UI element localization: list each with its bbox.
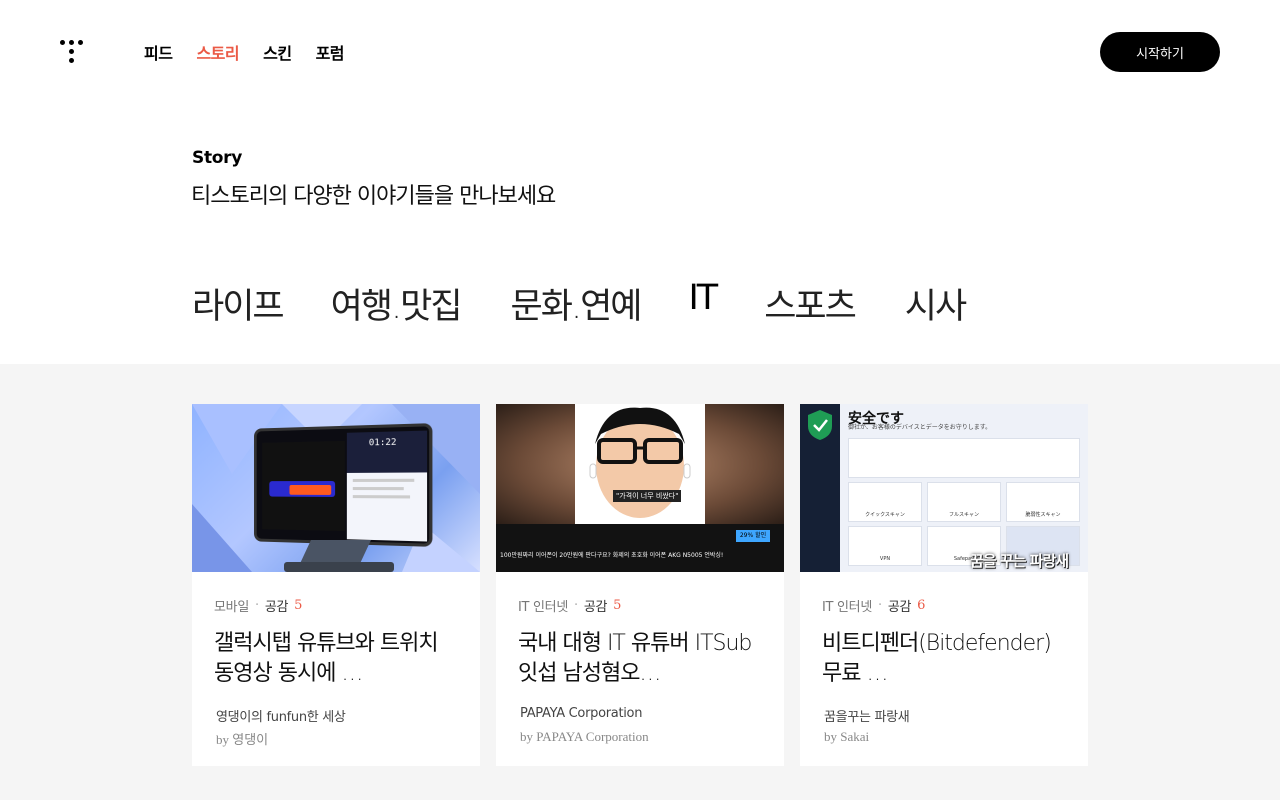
blog-name[interactable]: 꿈을꾸는 파랑새	[824, 706, 910, 725]
likes-label: 공감	[264, 600, 289, 615]
face-illustration	[589, 407, 691, 518]
tab-label: 문화.연예	[510, 287, 643, 327]
card-meta: IT 인터넷 · 공감 6	[822, 596, 1068, 615]
blog-name[interactable]: 영댕이의 funfun한 세상	[216, 706, 346, 725]
card-body: IT 인터넷 · 공감 6 비트디펜더(Bitdefender) 무료 …	[822, 596, 1068, 689]
tablet-stand-base	[284, 562, 394, 572]
card-body: IT 인터넷 · 공감 5 국내 대형 IT 유튜버 ITSub잇섭 남성혐오…	[518, 596, 764, 689]
tile: VPN	[848, 526, 922, 566]
tab-label: 스포츠	[764, 287, 857, 327]
card-meta: 모바일 · 공감 5	[214, 596, 460, 615]
tistory-logo-icon[interactable]	[60, 40, 84, 64]
likes-count: 5	[294, 598, 303, 613]
card-category[interactable]: IT 인터넷	[518, 596, 568, 615]
story-card[interactable]: "가격이 너무 비쌌다" 29% 할인 100만원짜리 이어폰이 20만원에 판…	[496, 404, 784, 766]
story-thumbnail[interactable]: 01:22	[192, 404, 480, 572]
card-body: 모바일 · 공감 5 갤럭시탭 유튜브와 트위치 동영상 동시에 …	[214, 596, 460, 689]
tab-label: 시사	[904, 287, 967, 327]
start-button[interactable]: 시작하기	[1100, 32, 1220, 72]
app-sidebar	[800, 404, 840, 572]
card-title[interactable]: 갤럭시탭 유튜브와 트위치 동영상 동시에 …	[214, 629, 460, 689]
tab-label: IT	[688, 278, 718, 318]
chat-pane: 01:22	[346, 430, 428, 542]
header-area: 피드 스토리 스킨 포럼 시작하기 Story 티스토리의 다양한 이야기들을 …	[0, 0, 1280, 364]
story-thumbnail[interactable]: "가격이 너무 비쌌다" 29% 할인 100만원짜리 이어폰이 20만원에 판…	[496, 404, 784, 572]
card-title[interactable]: 국내 대형 IT 유튜버 ITSub잇섭 남성혐오…	[518, 629, 764, 689]
tab-current-affairs[interactable]: 시사	[904, 278, 967, 335]
tab-label: 라이프	[192, 287, 285, 327]
tab-sports[interactable]: 스포츠	[764, 278, 857, 335]
video-pane	[262, 440, 345, 532]
author-name: by PAPAYA Corporation	[520, 729, 649, 744]
tile: クイックスキャン	[848, 482, 922, 522]
likes-count: 5	[613, 598, 622, 613]
meta-separator: ·	[878, 598, 882, 613]
story-card[interactable]: 01:22 모바일 · 공감 5 갤럭시탭 유튜브와 트위치 동영상 동시에 ……	[192, 404, 480, 766]
tile-label: 脆弱性スキャン	[1025, 512, 1061, 518]
blog-name[interactable]: PAPAYA Corporation	[520, 706, 642, 721]
card-meta: IT 인터넷 · 공감 5	[518, 596, 764, 615]
clock-text: 01:22	[368, 437, 397, 449]
tab-travel-food[interactable]: 여행.맛집	[330, 278, 463, 335]
app-subheader: 御社が、お客様のデバイスとデータをお守りします。	[848, 424, 992, 431]
card-category[interactable]: IT 인터넷	[822, 596, 872, 615]
tile: 脆弱性スキャン	[1006, 482, 1080, 522]
watermark-text: 꿈을 꾸는 파랑새	[970, 552, 1069, 570]
story-card[interactable]: 安全です 御社が、お客様のデバイスとデータをお守りします。 クイックスキャン フ…	[800, 404, 1088, 766]
likes-label: 공감	[583, 600, 608, 615]
nav-item-feed[interactable]: 피드	[144, 40, 173, 64]
story-thumbnail[interactable]: 安全です 御社が、お客様のデバイスとデータをお守りします。 クイックスキャン フ…	[800, 404, 1088, 572]
meta-separator: ·	[574, 598, 578, 613]
tile-label: クイックスキャン	[865, 512, 905, 518]
tile-label: VPN	[879, 556, 891, 562]
video-info-bar: 29% 할인 100만원짜리 이어폰이 20만원에 판다구요? 화제의 초호화 …	[496, 524, 784, 572]
tab-life[interactable]: 라이프	[192, 278, 285, 335]
portrait-caption: "가격이 너무 비쌌다"	[613, 490, 682, 502]
tab-label: 여행.맛집	[330, 287, 463, 327]
nav-item-story[interactable]: 스토리	[196, 40, 239, 64]
tab-it[interactable]: IT	[688, 278, 718, 324]
card-title[interactable]: 비트디펜더(Bitdefender) 무료 …	[822, 629, 1068, 689]
portrait-illustration: "가격이 너무 비쌌다"	[575, 404, 705, 524]
info-panel	[848, 438, 1080, 478]
category-tabs: 라이프 여행.맛집 문화.연예 IT 스포츠 시사	[192, 278, 967, 328]
tile: フルスキャン	[927, 482, 1001, 522]
author-name: by 영댕이	[216, 732, 269, 747]
meta-separator: ·	[254, 598, 259, 613]
video-title: 100만원짜리 이어폰이 20만원에 판다구요? 화제의 초호화 이어폰 AKG…	[500, 552, 724, 559]
tile-label: フルスキャン	[948, 512, 979, 518]
author-name: by Sakai	[824, 729, 870, 744]
story-card-list: 01:22 모바일 · 공감 5 갤럭시탭 유튜브와 트위치 동영상 동시에 ……	[192, 404, 1088, 766]
nav-item-skin[interactable]: 스킨	[263, 40, 292, 64]
tab-culture-entertainment[interactable]: 문화.연예	[510, 278, 643, 335]
likes-count: 6	[917, 598, 926, 613]
main-nav: 피드 스토리 스킨 포럼	[144, 40, 345, 64]
tablet-image: 01:22	[254, 423, 433, 547]
page-subtitle: 티스토리의 다양한 이야기들을 만나보세요	[191, 184, 556, 209]
likes-label: 공감	[887, 600, 912, 615]
discount-badge: 29% 할인	[736, 530, 770, 542]
page-title: Story	[192, 148, 243, 168]
shield-check-icon	[808, 410, 832, 440]
card-category[interactable]: 모바일	[214, 596, 249, 615]
nav-item-forum[interactable]: 포럼	[316, 40, 345, 64]
